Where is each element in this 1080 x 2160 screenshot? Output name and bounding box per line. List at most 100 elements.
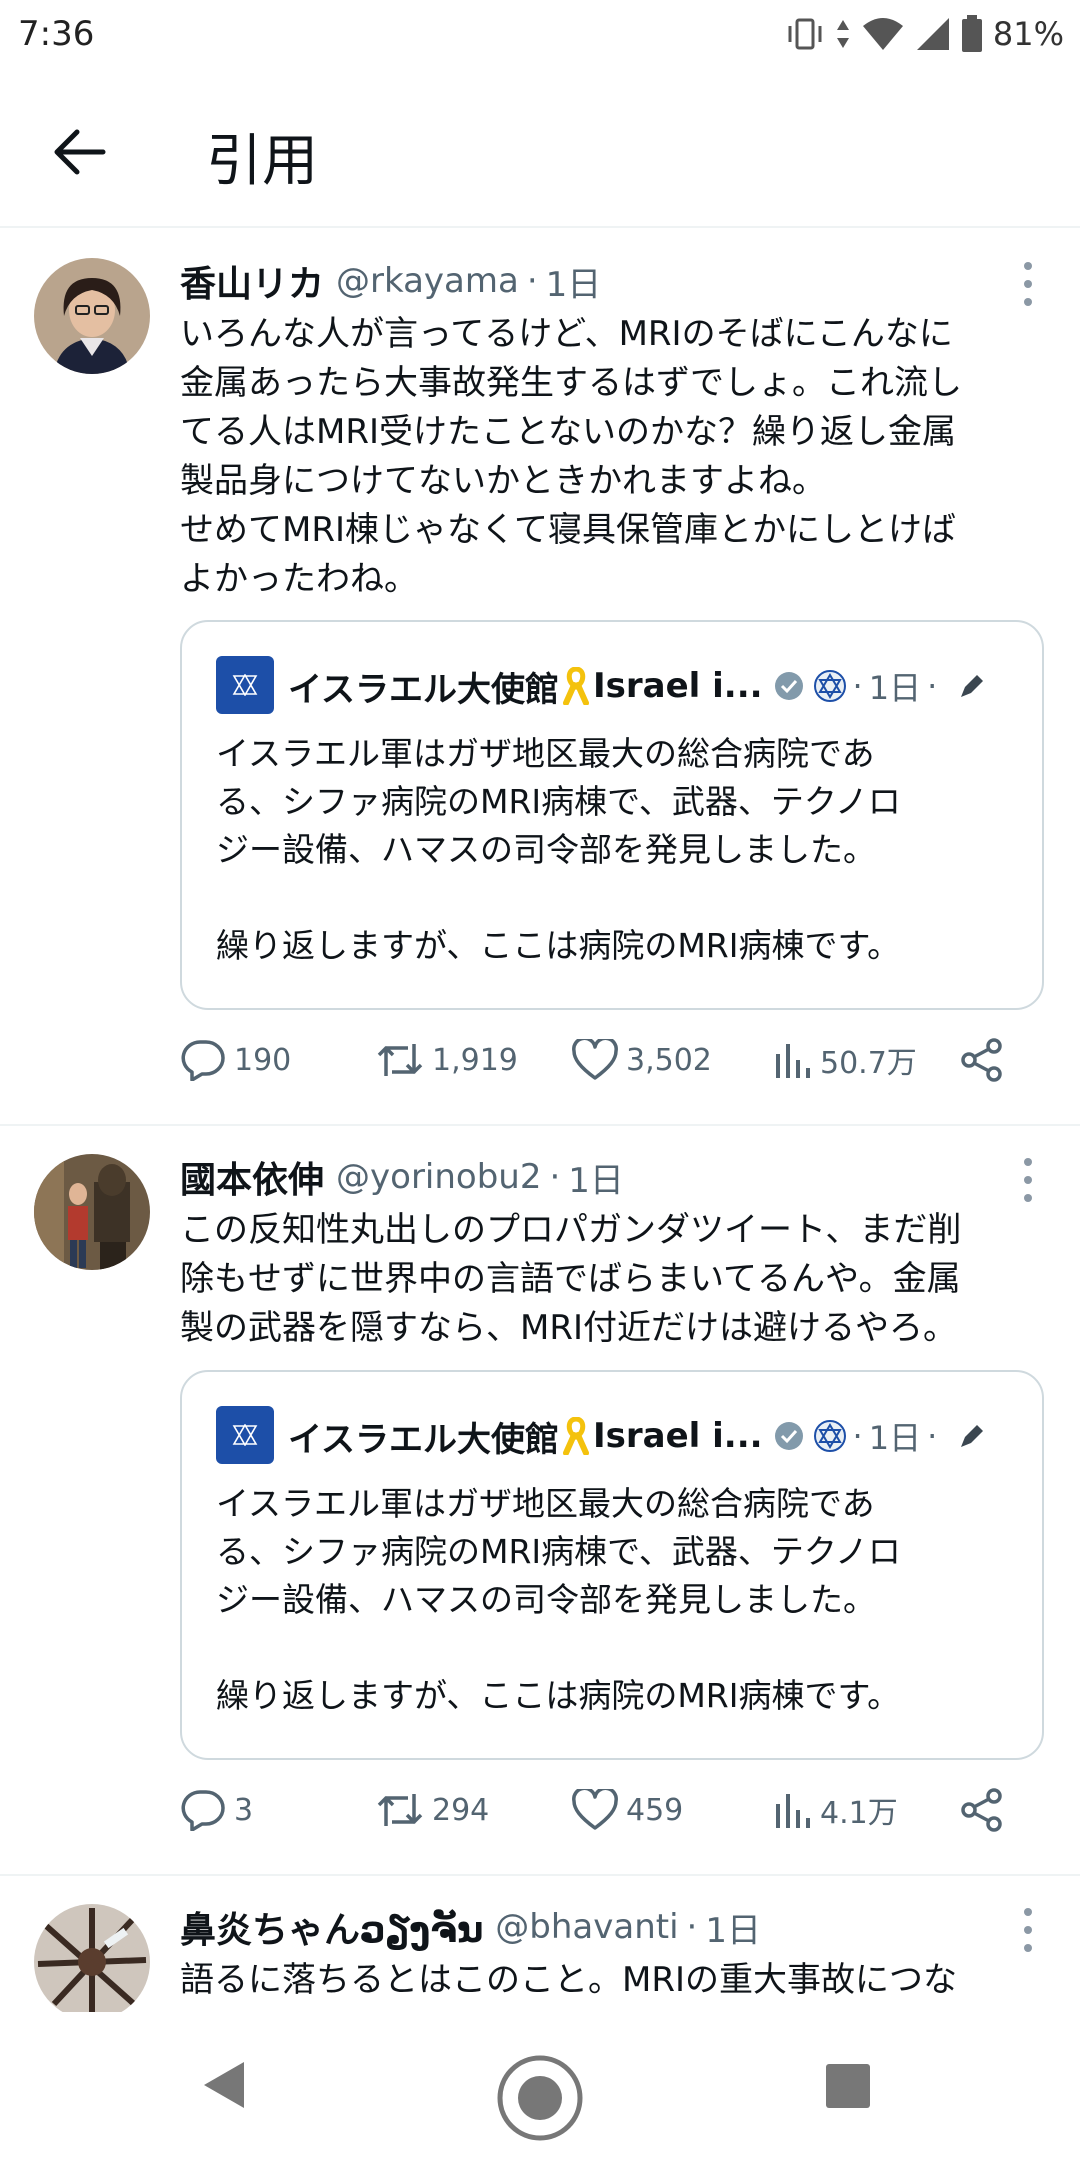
views-icon xyxy=(776,1044,810,1078)
separator-dot: · xyxy=(549,1157,561,1197)
share-button[interactable] xyxy=(960,1780,1004,1840)
handle[interactable]: @bhavanti xyxy=(495,1907,678,1947)
tweet[interactable]: 香山リカ @rkayama · 1日 いろんな人が言ってるけど、MRIのそばにこ… xyxy=(0,230,1080,1126)
status-time: 7:36 xyxy=(18,14,95,54)
reply-count: 3 xyxy=(234,1792,254,1828)
share-icon xyxy=(961,1788,1002,1832)
reply-icon xyxy=(181,1790,225,1831)
edit-icon xyxy=(961,1425,984,1447)
back-button[interactable] xyxy=(44,116,116,188)
more-icon[interactable] xyxy=(1016,1158,1040,1202)
quoted-text: イスラエル軍はガザ地区最大の総合病院であ る、シファ病院のMRI病棟で、武器、テ… xyxy=(216,1484,901,1715)
avatar[interactable] xyxy=(34,1154,150,1270)
reply-icon xyxy=(181,1040,225,1081)
edit-icon xyxy=(961,675,984,697)
status-icons: 81% xyxy=(785,12,1064,56)
tweet[interactable]: 國本依伸 @yorinobu2 · 1日 この反知性丸出しのプロパガンダツイート… xyxy=(0,1126,1080,1876)
handle[interactable]: @rkayama xyxy=(336,261,519,301)
quoted-display-name: イスラエル大使館 xyxy=(288,1419,559,1460)
like-button[interactable]: 3,502 xyxy=(572,1030,712,1090)
more-icon[interactable] xyxy=(1016,262,1040,306)
system-nav-bar xyxy=(0,2012,1080,2160)
timestamp[interactable]: 1日 xyxy=(568,1153,624,1202)
avatar[interactable] xyxy=(34,258,150,374)
retweet-count: 294 xyxy=(432,1792,490,1828)
share-icon xyxy=(961,1038,1002,1082)
tweet-text: いろんな人が言ってるけど、MRIのそばにこんなに 金属あったら大事故発生するはず… xyxy=(180,314,962,599)
nav-home-icon[interactable] xyxy=(494,2052,586,2144)
retweet-icon xyxy=(377,1794,423,1826)
vibrate-icon xyxy=(788,18,822,50)
tweet-text: 語るに落ちるとはこのこと。MRIの重大事故につな xyxy=(180,1960,957,2000)
quoted-display-name-en: Israel i... xyxy=(592,666,763,706)
ribbon-icon xyxy=(562,667,589,705)
app-header: 引用 xyxy=(0,72,1080,228)
timestamp[interactable]: 1日 xyxy=(546,257,602,306)
views-count: 50.7万 xyxy=(820,1046,917,1081)
retweet-count: 1,919 xyxy=(432,1042,518,1078)
gov-flag-icon xyxy=(813,670,846,702)
quoted-tweet[interactable]: イスラエル大使館 Israel i... · 1日 · イスラエル軍はガザ地区最… xyxy=(180,620,1044,1010)
tweet-header: 國本依伸 @yorinobu2 · 1日 xyxy=(180,1150,624,1204)
tweet-text: この反知性丸出しのプロパガンダツイート、まだ削 除もせずに世界中の言語でばらまい… xyxy=(180,1210,962,1348)
display-name[interactable]: 鼻炎ちゃんວຽງຈັນ xyxy=(180,1901,483,1953)
quoted-timestamp: 1日 xyxy=(868,669,922,707)
data-arrows-icon xyxy=(836,20,849,48)
reply-button[interactable]: 3 xyxy=(180,1780,253,1840)
separator-dot: · xyxy=(927,1417,938,1455)
views-count: 4.1万 xyxy=(820,1796,898,1831)
tweet-header: 鼻炎ちゃんວຽງຈັນ @bhavanti · 1日 xyxy=(180,1900,761,1954)
like-count: 459 xyxy=(626,1792,684,1828)
timestamp[interactable]: 1日 xyxy=(705,1903,761,1952)
views-button[interactable]: 4.1万 xyxy=(772,1780,898,1840)
status-bar: 7:36 81% xyxy=(0,0,1080,72)
retweet-icon xyxy=(377,1044,423,1076)
gov-flag-icon xyxy=(813,1420,846,1452)
separator-dot: · xyxy=(852,1417,863,1455)
like-icon xyxy=(572,1039,618,1080)
nav-recents-icon[interactable] xyxy=(826,2064,870,2108)
tweet-actions: 3 294 459 4.1万 xyxy=(180,1780,1020,1840)
tweet-header: 香山リカ @rkayama · 1日 xyxy=(180,254,601,308)
quoted-header: イスラエル大使館 Israel i... · 1日 · xyxy=(288,1408,987,1464)
quoted-avatar xyxy=(216,656,274,714)
quoted-display-name: イスラエル大使館 xyxy=(288,669,559,710)
avatar[interactable] xyxy=(34,1904,150,2012)
reply-count: 190 xyxy=(234,1042,292,1078)
reply-button[interactable]: 190 xyxy=(180,1030,291,1090)
ribbon-icon xyxy=(562,1417,589,1455)
tweet[interactable]: 鼻炎ちゃんວຽງຈັນ @bhavanti · 1日 語るに落ちるとはこのこと。… xyxy=(0,1876,1080,2012)
quoted-display-name-en: Israel i... xyxy=(592,1416,763,1456)
share-button[interactable] xyxy=(960,1030,1004,1090)
page-title: 引用 xyxy=(206,129,318,194)
separator-dot: · xyxy=(686,1907,698,1947)
quoted-avatar xyxy=(216,1406,274,1464)
views-button[interactable]: 50.7万 xyxy=(772,1030,917,1090)
quoted-header: イスラエル大使館 Israel i... · 1日 · xyxy=(288,658,987,714)
display-name[interactable]: 香山リカ xyxy=(180,255,324,307)
quoted-tweet[interactable]: イスラエル大使館 Israel i... · 1日 · イスラエル軍はガザ地区最… xyxy=(180,1370,1044,1760)
quoted-text: イスラエル軍はガザ地区最大の総合病院であ る、シファ病院のMRI病棟で、武器、テ… xyxy=(216,734,901,965)
separator-dot: · xyxy=(526,261,538,301)
battery-percent: 81% xyxy=(992,15,1064,53)
verified-badge-icon xyxy=(774,1422,803,1450)
wifi-icon xyxy=(862,18,903,50)
arrow-left-icon xyxy=(54,129,106,175)
handle[interactable]: @yorinobu2 xyxy=(336,1157,541,1197)
display-name[interactable]: 國本依伸 xyxy=(180,1151,324,1203)
signal-icon xyxy=(916,18,949,50)
nav-back-icon[interactable] xyxy=(200,2060,246,2110)
verified-badge-icon xyxy=(774,672,803,700)
tweet-actions: 190 1,919 3,502 50.7万 xyxy=(180,1030,1020,1090)
like-icon xyxy=(572,1789,618,1830)
like-count: 3,502 xyxy=(626,1042,712,1078)
quote-feed[interactable]: 香山リカ @rkayama · 1日 いろんな人が言ってるけど、MRIのそばにこ… xyxy=(0,230,1080,2012)
separator-dot: · xyxy=(927,667,938,705)
battery-icon xyxy=(961,15,982,52)
more-icon[interactable] xyxy=(1016,1908,1040,1952)
views-icon xyxy=(776,1794,810,1828)
retweet-button[interactable]: 294 xyxy=(376,1780,489,1840)
separator-dot: · xyxy=(852,667,863,705)
retweet-button[interactable]: 1,919 xyxy=(376,1030,518,1090)
like-button[interactable]: 459 xyxy=(572,1780,683,1840)
